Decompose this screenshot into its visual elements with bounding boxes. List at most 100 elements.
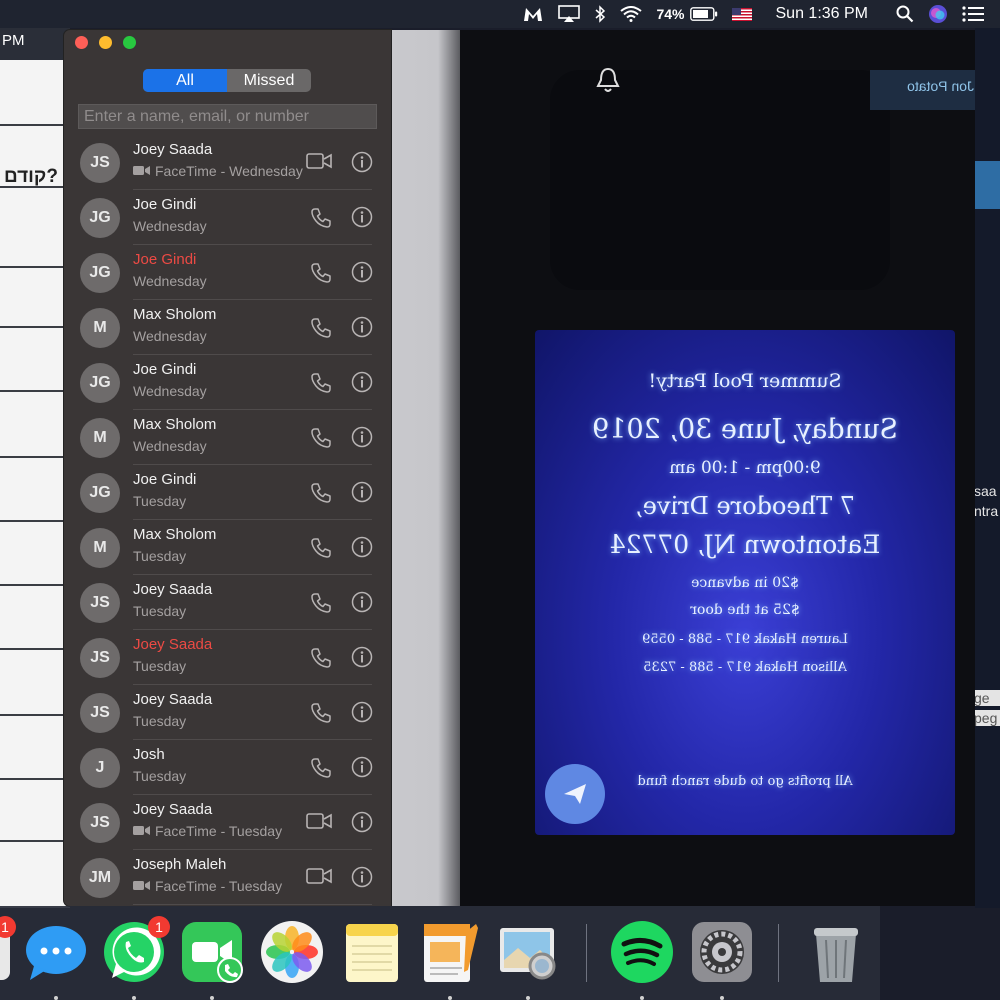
info-button[interactable] — [351, 481, 373, 508]
dock-messages[interactable] — [24, 920, 88, 984]
audio-call-button[interactable] — [310, 592, 332, 619]
background-right-window[interactable] — [975, 28, 1000, 908]
call-row[interactable]: JS Joey Saada Tuesday — [64, 685, 391, 740]
dock-photos[interactable] — [260, 920, 324, 984]
dock-preview[interactable] — [496, 920, 560, 984]
info-button[interactable] — [351, 756, 373, 783]
divider — [0, 124, 70, 126]
audio-call-button[interactable] — [310, 757, 332, 784]
info-button[interactable] — [351, 371, 373, 398]
audio-call-button[interactable] — [310, 702, 332, 729]
call-row[interactable]: JS Joey Saada FaceTime - Tuesday — [64, 795, 391, 850]
bluetooth-icon[interactable] — [594, 0, 606, 28]
zoom-button[interactable] — [123, 36, 136, 49]
audio-call-button[interactable] — [310, 317, 332, 344]
info-button[interactable] — [351, 536, 373, 563]
audio-call-button[interactable] — [310, 427, 332, 454]
video-call-button[interactable] — [306, 812, 332, 835]
malwarebytes-icon[interactable] — [522, 0, 544, 28]
background-document-window[interactable]: PM קודם? — [0, 28, 70, 908]
clock-text: Sun 1:36 PM — [775, 5, 869, 22]
tab-missed[interactable]: Missed — [227, 69, 311, 92]
close-button[interactable] — [75, 36, 88, 49]
avatar: M — [80, 528, 120, 568]
hebrew-text: קודם? — [4, 166, 58, 187]
info-button[interactable] — [351, 591, 373, 618]
wifi-icon[interactable] — [620, 0, 643, 28]
running-indicator — [526, 996, 530, 1000]
call-detail-text: FaceTime - Tuesday — [155, 878, 283, 894]
audio-call-button[interactable] — [310, 537, 332, 564]
flyer-line: 9:00pm - 1:00 am — [669, 458, 821, 478]
info-icon — [351, 151, 373, 177]
call-row[interactable]: JS Joey Saada FaceTime - Wednesday — [64, 135, 391, 190]
call-row[interactable]: M Max Sholom Wednesday — [64, 300, 391, 355]
call-row[interactable]: JG Joe Gindi Tuesday — [64, 465, 391, 520]
phone-icon — [310, 703, 332, 728]
call-detail-text: Wednesday — [133, 218, 207, 234]
video-call-button[interactable] — [306, 867, 332, 890]
info-button[interactable] — [351, 151, 373, 178]
dock-trash[interactable] — [804, 920, 868, 984]
caller-name: Max Sholom — [133, 416, 217, 433]
call-row[interactable]: M Max Sholom Tuesday — [64, 520, 391, 575]
info-button[interactable] — [351, 811, 373, 838]
info-icon — [351, 536, 373, 562]
tab-all[interactable]: All — [143, 69, 227, 92]
audio-call-button[interactable] — [310, 372, 332, 399]
running-indicator — [720, 996, 724, 1000]
dock-spotify[interactable] — [610, 920, 674, 984]
us-flag-icon[interactable] — [731, 0, 752, 28]
audio-call-button[interactable] — [310, 647, 332, 674]
minimize-button[interactable] — [99, 36, 112, 49]
background-text: ge — [974, 690, 1000, 706]
dock-notes[interactable] — [340, 920, 404, 984]
info-button[interactable] — [351, 316, 373, 343]
info-button[interactable] — [351, 646, 373, 673]
running-indicator — [132, 996, 136, 1000]
background-text: saa — [974, 483, 997, 499]
audio-call-button[interactable] — [310, 207, 332, 234]
call-row[interactable]: JG Joe Gindi Wednesday — [64, 245, 391, 300]
call-row[interactable]: M Max Sholom Wednesday — [64, 410, 391, 465]
call-row[interactable]: JS Joey Saada Tuesday — [64, 575, 391, 630]
call-detail: FaceTime - Tuesday — [133, 878, 282, 894]
info-button[interactable] — [351, 206, 373, 233]
spotlight-search-icon[interactable] — [896, 0, 914, 28]
call-row[interactable]: J Josh Tuesday — [64, 740, 391, 795]
caller-name: Joseph Maleh — [133, 856, 227, 873]
call-row[interactable]: JG Joe Gindi Wednesday — [64, 190, 391, 245]
battery-status[interactable]: 74% — [656, 0, 717, 28]
dock-system-preferences[interactable] — [690, 920, 754, 984]
flyer-line: Eatontown NJ, 07724 — [609, 530, 881, 559]
notes-icon — [346, 924, 398, 982]
notification-center-icon[interactable] — [962, 0, 984, 28]
info-button[interactable] — [351, 866, 373, 893]
audio-call-button[interactable] — [310, 262, 332, 289]
flyer-line: Lauren Hakak 917 - 588 - 0559 — [642, 632, 848, 647]
info-button[interactable] — [351, 701, 373, 728]
background-text: peg — [974, 710, 1000, 726]
flyer-line: Summer Pool Party! — [648, 370, 842, 392]
audio-call-button[interactable] — [310, 482, 332, 509]
bell-icon — [595, 66, 621, 99]
airplay-icon[interactable] — [558, 0, 581, 28]
info-button[interactable] — [351, 426, 373, 453]
info-button[interactable] — [351, 261, 373, 288]
flyer-line: $20 in advance — [691, 575, 799, 591]
call-row[interactable]: JM Joseph Maleh FaceTime - Tuesday — [64, 850, 391, 905]
divider — [0, 584, 70, 586]
info-icon — [351, 756, 373, 782]
call-row[interactable]: JS Joey Saada Tuesday — [64, 630, 391, 685]
menubar-clock[interactable]: Sun 1:36 PM — [776, 0, 869, 28]
info-icon — [351, 206, 373, 232]
call-row[interactable]: JG Joe Gindi Wednesday — [64, 355, 391, 410]
search-input[interactable] — [78, 104, 377, 129]
dock-pages[interactable] — [418, 920, 482, 984]
facetime-window[interactable]: All Missed JS Joey Saada FaceTime - Wednes… — [64, 30, 391, 906]
video-call-button[interactable] — [306, 152, 332, 175]
phone-icon — [310, 318, 332, 343]
dock-facetime[interactable] — [180, 920, 244, 984]
siri-icon[interactable] — [928, 0, 948, 28]
divider — [0, 390, 70, 392]
